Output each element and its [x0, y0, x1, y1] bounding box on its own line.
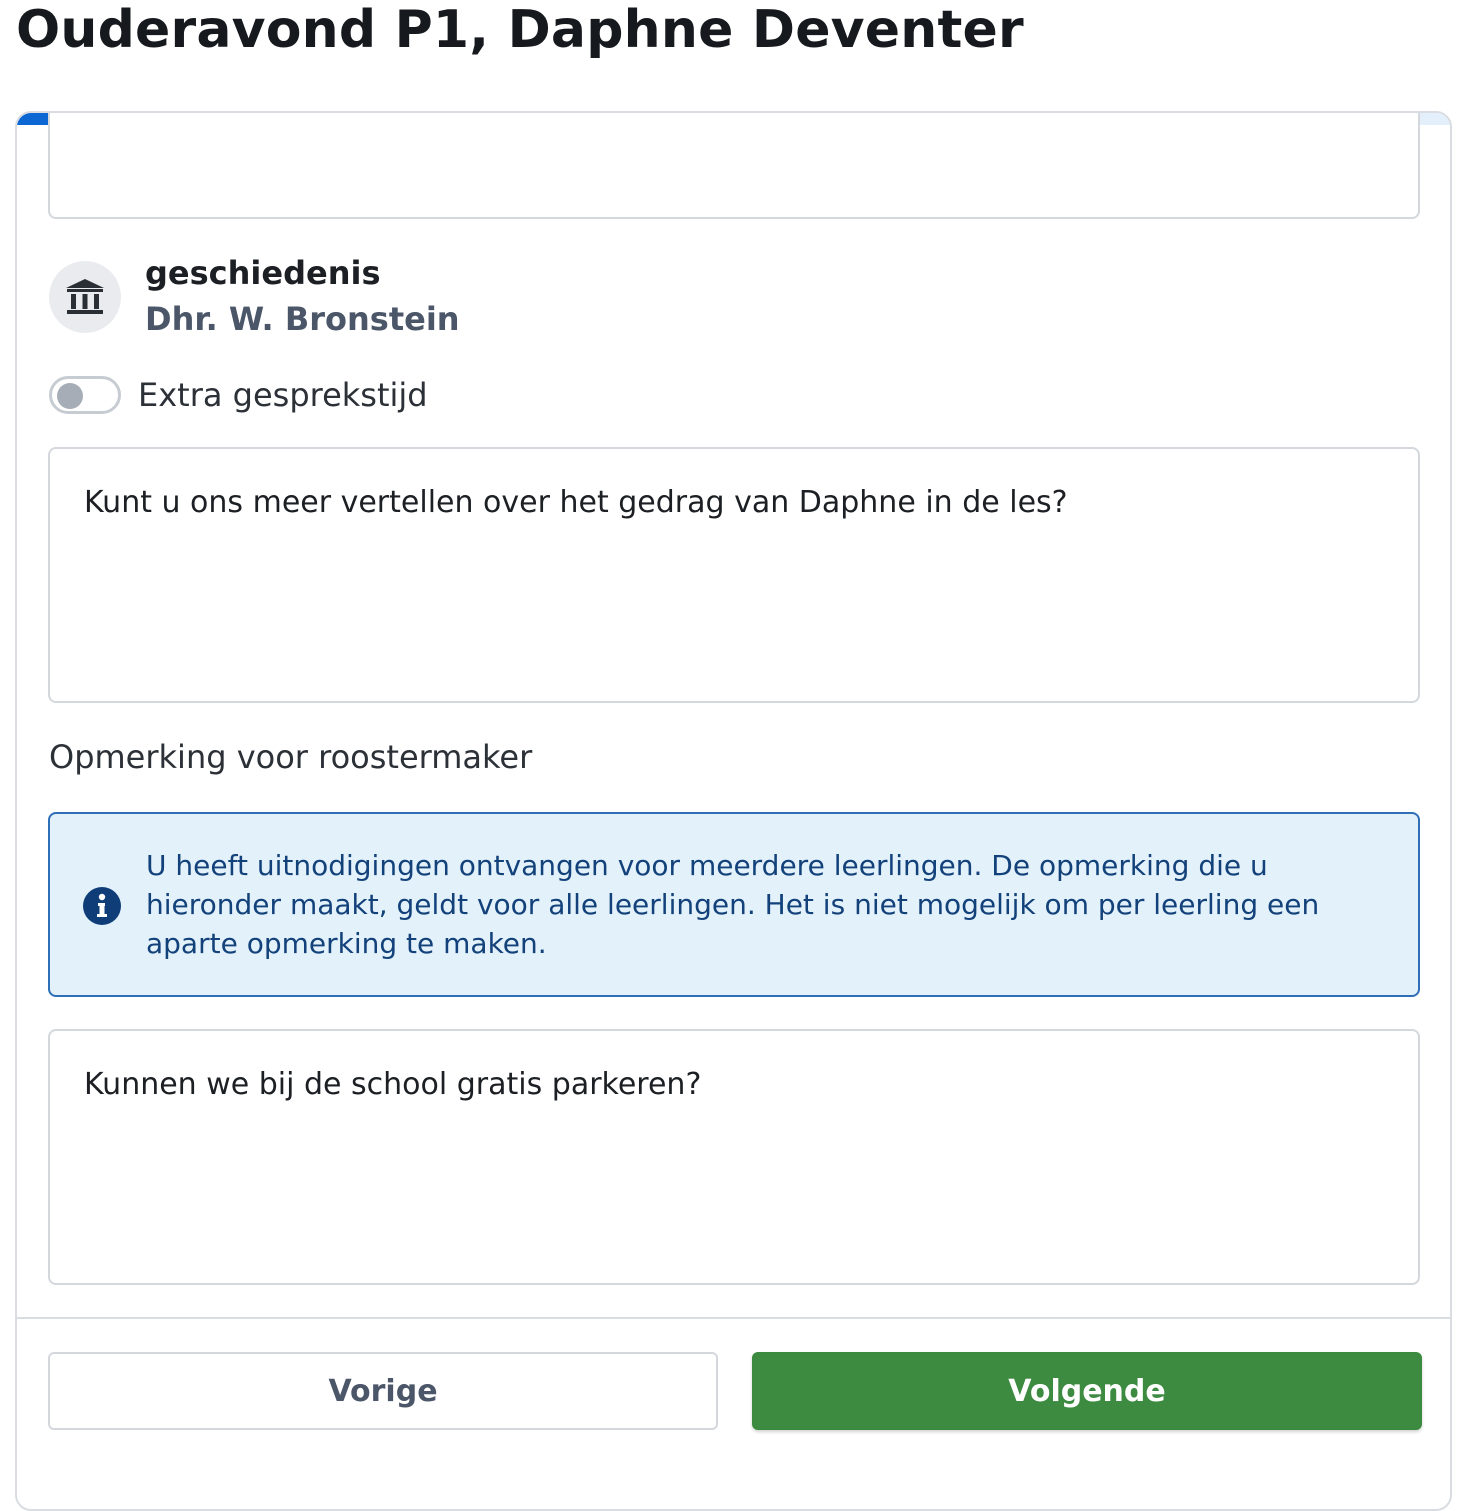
toggle-knob: [57, 383, 83, 409]
scheduler-remark-label: Opmerking voor roostermaker: [49, 738, 533, 776]
next-button[interactable]: Volgende: [752, 1352, 1422, 1430]
subject-name: geschiedenis: [145, 254, 381, 292]
page-title: Ouderavond P1, Daphne Deventer: [16, 0, 1024, 60]
previous-question-textarea[interactable]: [48, 113, 1420, 219]
subject-avatar: [49, 261, 121, 333]
wizard-card: geschiedenis Dhr. W. Bronstein Extra ges…: [15, 111, 1452, 1511]
info-alert-text: U heeft uitnodigingen ontvangen voor mee…: [146, 849, 1320, 960]
footer-divider: [17, 1317, 1450, 1319]
question-textarea[interactable]: Kunt u ons meer vertellen over het gedra…: [48, 447, 1420, 703]
extra-time-toggle[interactable]: [49, 376, 121, 414]
extra-time-label: Extra gesprekstijd: [138, 376, 428, 414]
building-columns-icon: [66, 279, 104, 314]
scheduler-remark-textarea[interactable]: Kunnen we bij de school gratis parkeren?: [48, 1029, 1420, 1285]
info-circle-icon: [83, 887, 121, 925]
info-alert: U heeft uitnodigingen ontvangen voor mee…: [48, 812, 1420, 997]
teacher-name: Dhr. W. Bronstein: [145, 300, 460, 338]
previous-button[interactable]: Vorige: [48, 1352, 718, 1430]
